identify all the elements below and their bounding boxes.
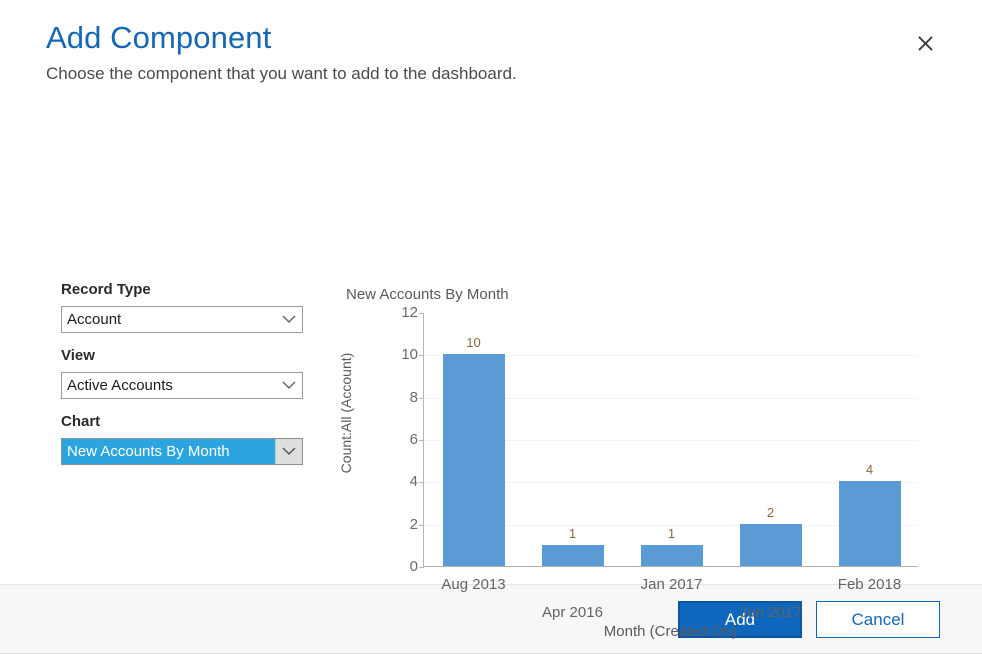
y-axis-label: Count:All (Account) [338,313,354,513]
view-value: Active Accounts [62,373,276,398]
chevron-down-icon [275,439,302,464]
chart-bar[interactable] [542,545,604,566]
y-tick-label: 0 [392,560,418,574]
dialog-header: Add Component Choose the component that … [0,0,982,87]
bar-value-label: 2 [751,506,791,520]
record-type-select[interactable]: Account [61,306,303,333]
x-axis-line [424,566,918,567]
x-tick-label: Jan 2017 [612,575,732,595]
chart-bar[interactable] [839,481,901,566]
plot-area: 10Aug 20131Apr 20161Jan 20172Jun 20174Fe… [423,313,944,567]
bar-value-label: 4 [850,463,890,477]
close-icon[interactable] [910,28,940,58]
x-tick-label: Aug 2013 [414,575,534,595]
x-tick-label: Jun 2017 [711,603,831,623]
chevron-down-icon [276,373,302,398]
chart-bar[interactable] [740,524,802,566]
bar-value-label: 1 [652,527,692,541]
chart-canvas: Count:All (Account) 121086420 10Aug 2013… [344,313,944,633]
chart-title: New Accounts By Month [346,285,944,305]
record-type-label: Record Type [61,279,303,301]
chart-label: Chart [61,411,303,433]
dialog-subtitle: Choose the component that you want to ad… [46,61,936,87]
view-field: View Active Accounts [61,345,303,399]
record-type-value: Account [62,307,276,332]
dialog-body: Record Type Account View Active Accounts [0,87,982,584]
add-component-dialog: Add Component Choose the component that … [0,0,982,654]
y-tick-label: 10 [392,348,418,362]
y-tick-label: 6 [392,433,418,447]
page-title: Add Component [46,18,936,58]
x-tick-label: Apr 2016 [513,603,633,623]
axis-tick-mark [419,567,424,568]
chart-bar[interactable] [443,354,505,566]
chart-value: New Accounts By Month [62,439,275,464]
bar-value-label: 10 [454,336,494,350]
bar-value-label: 1 [553,527,593,541]
y-axis-ticks: 121086420 [372,313,418,633]
axis-tick-mark [419,313,424,314]
chart-bar[interactable] [641,545,703,566]
y-tick-label: 8 [392,391,418,405]
x-tick-label: Feb 2018 [810,575,930,595]
y-tick-label: 2 [392,518,418,532]
y-tick-label: 12 [392,306,418,320]
chart-select[interactable]: New Accounts By Month [61,438,303,465]
chart-preview: New Accounts By Month Count:All (Account… [344,285,944,635]
y-tick-label: 4 [392,475,418,489]
component-form: Record Type Account View Active Accounts [61,279,303,465]
x-axis-label: Month (Created On) [423,623,918,641]
chevron-down-icon [276,307,302,332]
chart-field: Chart New Accounts By Month [61,411,303,465]
view-select[interactable]: Active Accounts [61,372,303,399]
record-type-field: Record Type Account [61,279,303,333]
view-label: View [61,345,303,367]
